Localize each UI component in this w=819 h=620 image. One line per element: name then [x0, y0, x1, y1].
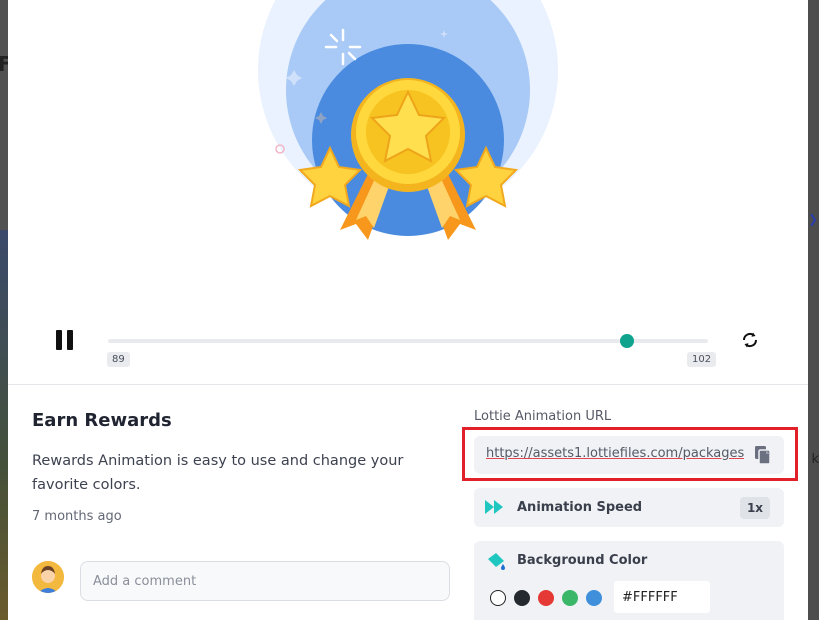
- animation-stage: [8, 0, 808, 300]
- loop-icon[interactable]: [740, 330, 760, 350]
- url-field[interactable]: https://assets1.lottiefiles.com/packages…: [474, 436, 784, 474]
- frame-end-label: 102: [687, 352, 717, 367]
- animation-preview-modal: 89 102 Earn Rewards Rewards Animation is…: [8, 0, 808, 620]
- scrubber-handle[interactable]: [620, 334, 634, 348]
- animation-title: Earn Rewards: [32, 410, 172, 431]
- animation-speed-select[interactable]: 1x: [740, 497, 770, 519]
- fast-forward-icon: [484, 499, 506, 519]
- swatch-green[interactable]: [562, 590, 578, 606]
- playback-controls: 89 102: [8, 320, 808, 380]
- upload-age: 7 months ago: [32, 509, 122, 524]
- swatch-blue[interactable]: [586, 590, 602, 606]
- background-color-label: Background Color: [517, 553, 648, 568]
- pause-icon[interactable]: [54, 330, 76, 352]
- background-page-fragment-right: k: [811, 452, 819, 467]
- paint-bucket-icon: [486, 551, 508, 575]
- swatch-black[interactable]: [514, 590, 530, 606]
- background-color-row: Background Color: [474, 541, 784, 620]
- frame-scrubber[interactable]: [108, 334, 708, 348]
- section-divider: [8, 384, 808, 385]
- animation-description: Rewards Animation is easy to use and cha…: [32, 453, 404, 493]
- animation-speed-row[interactable]: Animation Speed 1x: [474, 488, 784, 527]
- swatch-red[interactable]: [538, 590, 554, 606]
- background-page-strip: [808, 0, 819, 620]
- copy-icon[interactable]: [754, 445, 772, 465]
- avatar: [32, 561, 64, 593]
- url-label: Lottie Animation URL: [474, 409, 612, 424]
- animation-speed-label: Animation Speed: [517, 500, 643, 515]
- swatch-white[interactable]: [490, 590, 506, 606]
- rewards-medal-animation: [258, 0, 558, 240]
- animation-details: Earn Rewards Rewards Animation is easy t…: [32, 410, 452, 524]
- background-hex-input[interactable]: [614, 581, 710, 613]
- animation-url[interactable]: https://assets1.lottiefiles.com/packages…: [486, 446, 744, 461]
- comment-input[interactable]: [80, 561, 450, 601]
- frame-start-label: 89: [107, 352, 130, 367]
- background-page-image: [0, 230, 8, 620]
- background-chevron-icon: ❯: [807, 212, 818, 226]
